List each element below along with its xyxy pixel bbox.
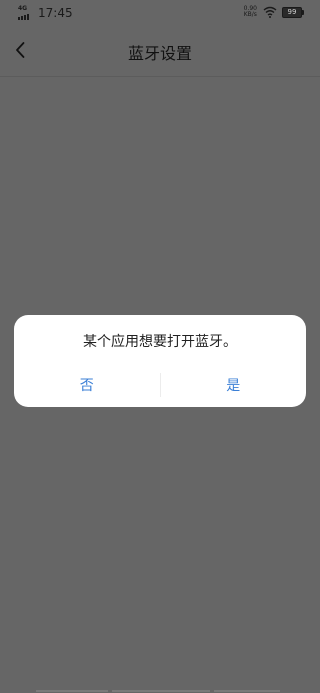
wifi-icon xyxy=(263,6,277,18)
network-speed: 0.90 KB/s xyxy=(244,6,257,18)
page-title: 蓝牙设置 xyxy=(127,44,192,63)
status-bar-right: 0.90 KB/s 99 xyxy=(244,6,304,18)
status-bar-left: 4G 17:45 xyxy=(18,5,73,20)
header-bar: 蓝牙设置 xyxy=(0,26,320,77)
battery-level: 99 xyxy=(287,7,297,16)
bottom-indicator xyxy=(214,690,280,692)
bottom-indicator xyxy=(112,690,210,692)
status-bar: 4G 17:45 0.90 KB/s 99 xyxy=(0,0,320,26)
deny-button[interactable]: 否 xyxy=(14,367,160,403)
dialog-message: 某个应用想要打开蓝牙。 xyxy=(83,334,237,350)
signal-bars-icon: 4G xyxy=(18,5,34,20)
allow-button[interactable]: 是 xyxy=(161,367,307,403)
bluetooth-permission-dialog: 某个应用想要打开蓝牙。 否 是 xyxy=(14,315,306,407)
bottom-indicator xyxy=(36,690,108,692)
bottom-edge-indicators xyxy=(0,689,320,693)
network-speed-unit: KB/s xyxy=(243,11,257,18)
network-type: 4G xyxy=(18,5,28,12)
dialog-actions: 否 是 xyxy=(14,367,306,403)
battery-icon: 99 xyxy=(282,6,304,18)
status-time: 17:45 xyxy=(38,6,73,20)
